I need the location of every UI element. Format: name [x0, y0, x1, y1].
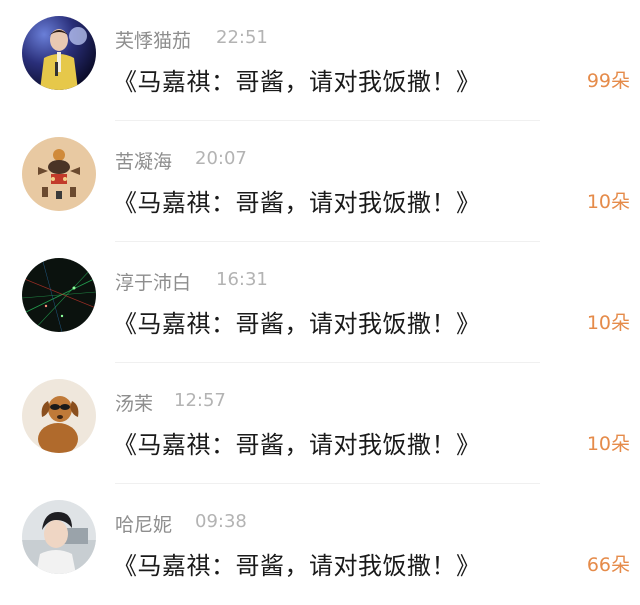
- list-item[interactable]: 汤茉 12:57 《马嘉祺：哥酱，请对我饭撒！》 10朵: [0, 363, 640, 484]
- sender-name[interactable]: 苦凝海: [115, 147, 172, 174]
- message-text: 《马嘉祺：哥酱，请对我饭撒！》: [113, 189, 481, 217]
- message-time: 22:51: [216, 27, 268, 48]
- list-item[interactable]: 芙悸猫茄 22:51 《马嘉祺：哥酱，请对我饭撒！》 99朵: [0, 0, 640, 121]
- flower-count: 10朵: [586, 433, 630, 455]
- avatar-toy-image: [22, 137, 96, 211]
- list-item[interactable]: 淳于沛白 16:31 《马嘉祺：哥酱，请对我饭撒！》 10朵: [0, 242, 640, 363]
- avatar[interactable]: [22, 16, 96, 90]
- message-time: 20:07: [195, 148, 247, 169]
- list-item[interactable]: 哈尼妮 09:38 《马嘉祺：哥酱，请对我饭撒！》 66朵: [0, 484, 640, 605]
- list-item[interactable]: 苦凝海 20:07 《马嘉祺：哥酱，请对我饭撒！》 10朵: [0, 121, 640, 242]
- message-text: 《马嘉祺：哥酱，请对我饭撒！》: [113, 552, 481, 580]
- sender-name[interactable]: 芙悸猫茄: [115, 26, 191, 53]
- flower-count: 10朵: [586, 312, 630, 334]
- message-text: 《马嘉祺：哥酱，请对我饭撒！》: [113, 68, 481, 96]
- sender-name[interactable]: 汤茉: [115, 389, 153, 416]
- avatar-lasers-image: [22, 258, 96, 332]
- avatar[interactable]: [22, 137, 96, 211]
- flower-count: 10朵: [586, 191, 630, 213]
- avatar[interactable]: [22, 500, 96, 574]
- sender-name[interactable]: 淳于沛白: [115, 268, 191, 295]
- avatar[interactable]: [22, 258, 96, 332]
- sender-name[interactable]: 哈尼妮: [115, 510, 172, 537]
- flower-count: 99朵: [586, 70, 630, 92]
- message-text: 《马嘉祺：哥酱，请对我饭撒！》: [113, 431, 481, 459]
- avatar[interactable]: [22, 379, 96, 453]
- avatar-dog-image: [22, 379, 96, 453]
- flower-count: 66朵: [586, 554, 630, 576]
- message-text: 《马嘉祺：哥酱，请对我饭撒！》: [113, 310, 481, 338]
- message-time: 16:31: [216, 269, 268, 290]
- message-time: 09:38: [195, 511, 247, 532]
- avatar-singer-image: [22, 16, 96, 90]
- avatar-person-image: [22, 500, 96, 574]
- message-time: 12:57: [174, 390, 226, 411]
- gift-message-list: 芙悸猫茄 22:51 《马嘉祺：哥酱，请对我饭撒！》 99朵 苦凝海 20:07: [0, 0, 640, 602]
